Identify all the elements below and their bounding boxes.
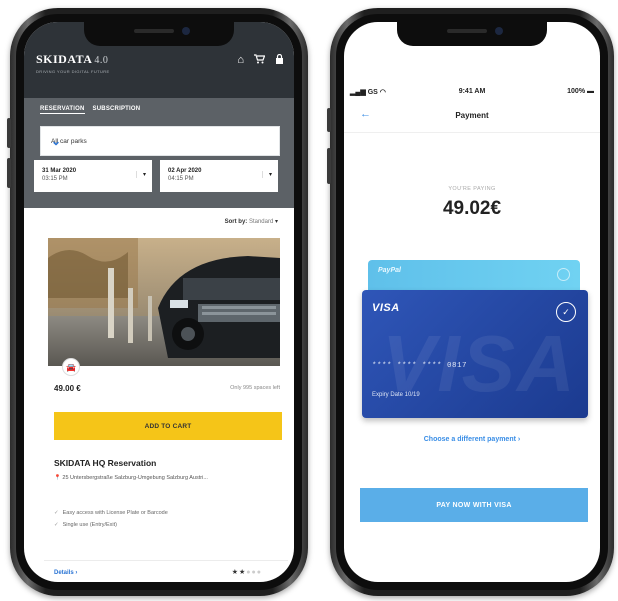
feature-text: Easy access with License Plate or Barcod… xyxy=(62,510,168,516)
notch xyxy=(397,22,547,46)
end-date: 02 Apr 2020 xyxy=(168,168,202,174)
caret-down-icon: ▾ xyxy=(274,219,278,225)
page-title: Payment xyxy=(455,111,489,120)
phone-left: SKIDATA 4.0 DRIVING YOUR DIGITAL FUTURE ⌂… xyxy=(7,8,308,596)
selected-check-icon: ✓ xyxy=(556,302,576,322)
brand-logo[interactable]: SKIDATA 4.0 DRIVING YOUR DIGITAL FUTURE xyxy=(36,52,110,74)
status-battery: 100% ▬ xyxy=(567,88,594,95)
divider xyxy=(44,560,288,561)
paypal-label: PayPal xyxy=(378,267,401,274)
brand-tagline: DRIVING YOUR DIGITAL FUTURE xyxy=(36,69,110,74)
volume-button xyxy=(327,148,331,184)
logo-suffix: 4.0 xyxy=(94,55,109,66)
account-icon[interactable] xyxy=(275,53,284,67)
star-empty-icon: ● xyxy=(256,569,262,576)
add-to-cart-button[interactable]: ADD TO CART xyxy=(54,412,282,440)
details-link[interactable]: Details › xyxy=(54,570,77,576)
tab-subscription[interactable]: SUBSCRIPTION xyxy=(93,106,141,114)
payment-content: ▂▄▆ GS ◠ 9:41 AM 100% ▬ ← Payment YOU'RE… xyxy=(344,22,600,582)
battery-level: 100% xyxy=(567,88,586,95)
reservation-title: SKIDATA HQ Reservation xyxy=(54,458,157,468)
battery-icon: ▬ xyxy=(587,88,594,95)
sort-value: Standard xyxy=(248,219,274,225)
caret-down-icon: ▾ xyxy=(261,171,272,178)
start-date: 31 Mar 2020 xyxy=(42,168,77,174)
details-label: Details xyxy=(54,570,74,576)
status-time: 9:41 AM xyxy=(458,88,486,95)
car-icon: 🚘 xyxy=(62,358,80,376)
chevron-down-icon: ⌄ xyxy=(51,134,62,148)
logo-text: SKIDATA xyxy=(36,52,93,66)
feature-item: ✓ Single use (Entry/Exit) xyxy=(54,522,117,528)
end-date-picker[interactable]: 02 Apr 2020 04:15 PM ▾ xyxy=(160,160,278,192)
start-date-picker[interactable]: 31 Mar 2020 03:15 PM ▾ xyxy=(34,160,152,192)
caret-down-icon: ▾ xyxy=(135,171,146,178)
cart-icon[interactable] xyxy=(254,54,266,67)
choose-payment-label: Choose a different payment xyxy=(423,436,516,443)
volume-button xyxy=(7,158,11,188)
visa-card[interactable]: VISA VISA ✓ **** **** **** 0817 Expiry D… xyxy=(362,290,588,418)
sort-label: Sort by: xyxy=(224,219,248,225)
card-number: **** **** **** 0817 xyxy=(372,362,468,370)
home-icon[interactable]: ⌂ xyxy=(237,54,244,67)
rating-stars: ★★●●● xyxy=(232,568,262,576)
sort-control[interactable]: Sort by: Standard ▾ xyxy=(225,218,278,225)
end-time: 04:15 PM xyxy=(168,176,194,182)
reservation-address: 📍 25 Untersbergstraße Salzburg-Umgebung … xyxy=(54,475,208,481)
radio-icon xyxy=(557,268,570,281)
car-park-select[interactable]: All car parks ⌄ xyxy=(40,126,280,156)
choose-payment-link[interactable]: Choose a different payment › xyxy=(344,436,600,443)
tab-reservation[interactable]: RESERVATION xyxy=(40,106,85,114)
divider xyxy=(344,132,600,133)
feature-text: Single use (Entry/Exit) xyxy=(62,522,118,528)
payment-amount: 49.02€ xyxy=(442,198,502,219)
start-time: 03:15 PM xyxy=(42,176,68,182)
filter-panel: RESERVATION SUBSCRIPTION All car parks ⌄… xyxy=(24,98,294,208)
volume-button xyxy=(7,118,11,148)
pay-now-button[interactable]: PAY NOW WITH VISA xyxy=(360,488,588,522)
location-pin-icon: 📍 xyxy=(54,475,61,481)
visa-logo: VISA xyxy=(372,302,400,314)
notch xyxy=(84,22,234,46)
check-icon: ✓ xyxy=(54,522,59,528)
check-icon: ✓ xyxy=(54,510,59,516)
paying-label: YOU'RE PAYING xyxy=(448,186,496,192)
star-filled-icon: ★ xyxy=(231,569,240,576)
feature-item: ✓ Easy access with License Plate or Barco… xyxy=(54,510,168,516)
address-text: 25 Untersbergstraße Salzburg-Umgebung Sa… xyxy=(62,475,208,481)
price: 49.00 € xyxy=(54,384,81,393)
tab-bar: RESERVATION SUBSCRIPTION xyxy=(40,106,140,114)
chevron-right-icon: › xyxy=(517,436,521,443)
mute-switch xyxy=(327,108,331,132)
reservation-screen: SKIDATA 4.0 DRIVING YOUR DIGITAL FUTURE ⌂… xyxy=(24,22,294,582)
header-icons: ⌂ xyxy=(237,53,284,67)
availability: Only 995 spaces left xyxy=(230,385,280,391)
chevron-right-icon: › xyxy=(75,570,78,576)
card-expiry: Expiry Date 10/19 xyxy=(372,392,420,398)
car-photo[interactable] xyxy=(48,238,280,366)
